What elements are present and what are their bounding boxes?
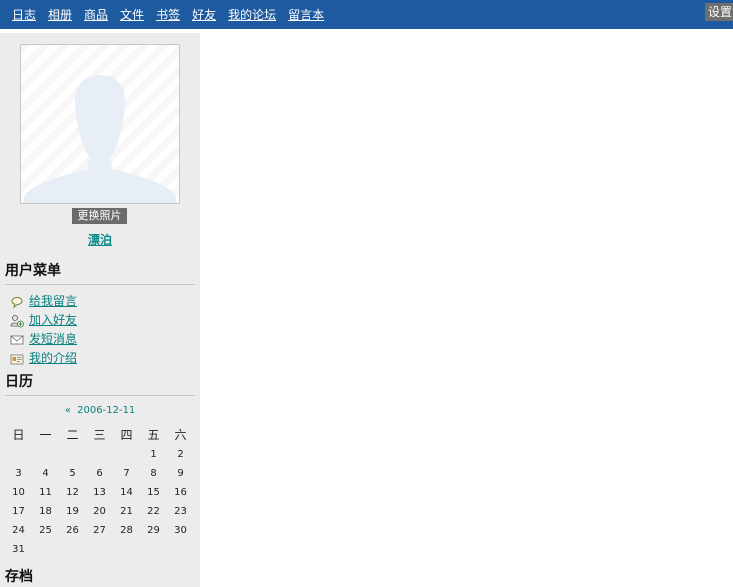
calendar-day[interactable]: 8 <box>140 464 167 483</box>
nav-link-album[interactable]: 相册 <box>48 7 72 23</box>
calendar-day[interactable]: 26 <box>59 521 86 540</box>
calendar-current-date[interactable]: 2006-12-11 <box>77 405 135 416</box>
user-nickname-link[interactable]: 漂泊 <box>0 231 200 248</box>
calendar-empty-cell <box>86 445 113 464</box>
envelope-icon <box>10 332 24 346</box>
nav-link-blog[interactable]: 日志 <box>12 7 36 23</box>
nav-link-friends[interactable]: 好友 <box>192 7 216 23</box>
calendar-day[interactable]: 30 <box>167 521 194 540</box>
calendar-day[interactable]: 10 <box>5 483 32 502</box>
calendar-day[interactable]: 16 <box>167 483 194 502</box>
calendar-day[interactable]: 13 <box>86 483 113 502</box>
calendar-day[interactable]: 2 <box>167 445 194 464</box>
menu-item-label: 发短消息 <box>29 332 78 346</box>
avatar-silhouette-icon <box>24 75 176 203</box>
calendar-day[interactable]: 15 <box>140 483 167 502</box>
calendar-weekday-header: 五 <box>147 428 160 442</box>
calendar-weekday-header: 六 <box>174 428 187 442</box>
menu-item-leave-message[interactable]: 给我留言 <box>10 291 190 310</box>
calendar-day[interactable]: 22 <box>140 502 167 521</box>
user-menu-title: 用户菜单 <box>5 262 195 285</box>
calendar-day[interactable]: 5 <box>59 464 86 483</box>
calendar-day[interactable]: 12 <box>59 483 86 502</box>
top-navigation-bar: 日志 相册 商品 文件 书签 好友 我的论坛 留言本 设置 <box>0 0 733 29</box>
calendar-day[interactable]: 1 <box>140 445 167 464</box>
calendar-day[interactable]: 29 <box>140 521 167 540</box>
calendar-day[interactable]: 28 <box>113 521 140 540</box>
calendar-weekday-header: 日 <box>12 428 25 442</box>
calendar-day[interactable]: 9 <box>167 464 194 483</box>
calendar-day[interactable]: 14 <box>113 483 140 502</box>
calendar-day[interactable]: 21 <box>113 502 140 521</box>
nav-link-guestbook[interactable]: 留言本 <box>288 7 324 23</box>
calendar-day[interactable]: 18 <box>32 502 59 521</box>
archive-title: 存档 <box>5 569 33 585</box>
calendar-day[interactable]: 19 <box>59 502 86 521</box>
top-nav-links: 日志 相册 商品 文件 书签 好友 我的论坛 留言本 <box>12 7 336 23</box>
menu-item-label: 我的介绍 <box>29 351 78 365</box>
calendar-grid: 日一二三四五六 1 2 3 4 5 6 7 8 9 10 11 12 13 14 15 16 17 18 19 20 21… <box>5 426 194 559</box>
calendar-day[interactable]: 4 <box>32 464 59 483</box>
calendar-weekday-header: 二 <box>66 428 79 442</box>
calendar-weekday-header: 四 <box>120 428 133 442</box>
menu-item-label: 给我留言 <box>29 294 78 308</box>
id-card-icon <box>10 351 24 365</box>
menu-item-label: 加入好友 <box>29 313 78 327</box>
sidebar: 更换照片 漂泊 用户菜单 给我留言 加入好友 发短消息 我的介绍 日历 « 20… <box>0 33 200 587</box>
calendar-weekday-header: 三 <box>93 428 106 442</box>
calendar-day[interactable]: 24 <box>5 521 32 540</box>
calendar-title: 日历 <box>5 373 195 396</box>
calendar-day[interactable]: 3 <box>5 464 32 483</box>
calendar-empty-cell <box>32 445 59 464</box>
calendar-day[interactable]: 25 <box>32 521 59 540</box>
nav-link-files[interactable]: 文件 <box>120 7 144 23</box>
menu-item-send-message[interactable]: 发短消息 <box>10 329 190 348</box>
nav-link-my-forum[interactable]: 我的论坛 <box>228 7 276 23</box>
settings-button[interactable]: 设置 <box>704 3 733 21</box>
calendar-day[interactable]: 11 <box>32 483 59 502</box>
calendar-day[interactable]: 6 <box>86 464 113 483</box>
calendar-empty-cell <box>5 445 32 464</box>
profile-photo[interactable] <box>20 44 180 204</box>
calendar-weekday-header: 一 <box>39 428 52 442</box>
calendar-day[interactable]: 7 <box>113 464 140 483</box>
calendar-navigation: « 2006-12-11 <box>0 405 200 416</box>
add-friend-icon <box>10 313 24 327</box>
menu-item-my-intro[interactable]: 我的介绍 <box>10 348 190 367</box>
user-menu-list: 给我留言 加入好友 发短消息 我的介绍 <box>10 291 190 367</box>
calendar-prev-link[interactable]: « <box>65 405 71 416</box>
calendar-day[interactable]: 23 <box>167 502 194 521</box>
change-photo-button[interactable]: 更换照片 <box>72 208 127 224</box>
nav-link-products[interactable]: 商品 <box>84 7 108 23</box>
calendar-day[interactable]: 20 <box>86 502 113 521</box>
calendar-empty-cell <box>59 445 86 464</box>
menu-item-add-friend[interactable]: 加入好友 <box>10 310 190 329</box>
nav-link-bookmarks[interactable]: 书签 <box>156 7 180 23</box>
comment-icon <box>10 294 24 308</box>
calendar-day[interactable]: 17 <box>5 502 32 521</box>
calendar-day[interactable]: 31 <box>5 540 32 559</box>
calendar-day[interactable]: 27 <box>86 521 113 540</box>
calendar-empty-cell <box>113 445 140 464</box>
